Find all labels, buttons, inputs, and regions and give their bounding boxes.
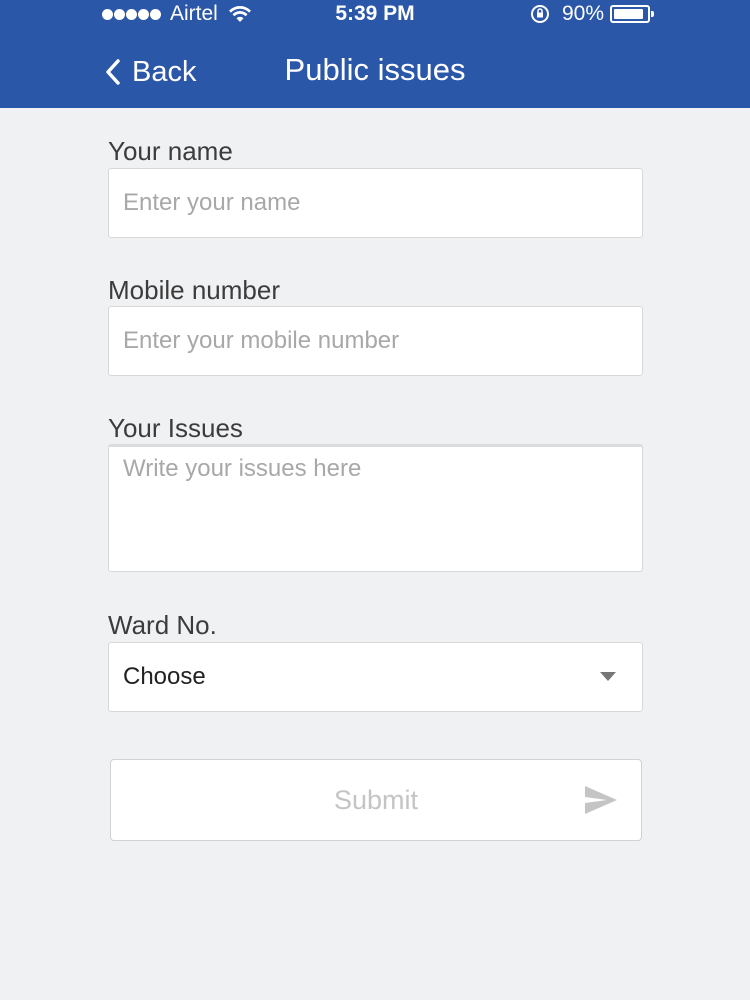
app-header: Airtel 5:39 PM 90% Back Public issues <box>0 0 750 108</box>
name-input[interactable] <box>108 168 643 238</box>
submit-button[interactable]: Submit <box>110 759 642 841</box>
ward-label: Ward No. <box>108 610 217 640</box>
name-label: Your name <box>108 136 233 166</box>
page-title: Public issues <box>284 52 466 87</box>
mobile-label: Mobile number <box>108 275 280 305</box>
mobile-input[interactable] <box>108 306 643 376</box>
status-right: 90% <box>530 2 654 26</box>
ward-selected-value: Choose <box>123 663 206 690</box>
issues-label: Your Issues <box>108 413 243 443</box>
status-bar: Airtel 5:39 PM 90% <box>0 0 750 28</box>
submit-label: Submit <box>333 784 419 815</box>
caret-down-icon <box>600 672 616 681</box>
ward-select[interactable]: Choose <box>108 642 643 712</box>
send-icon <box>585 786 617 814</box>
orientation-lock-icon <box>530 5 549 23</box>
battery-level <box>614 9 643 19</box>
battery-percent: 90% <box>561 2 604 25</box>
issues-textarea[interactable] <box>108 444 643 572</box>
battery-icon <box>610 5 654 23</box>
